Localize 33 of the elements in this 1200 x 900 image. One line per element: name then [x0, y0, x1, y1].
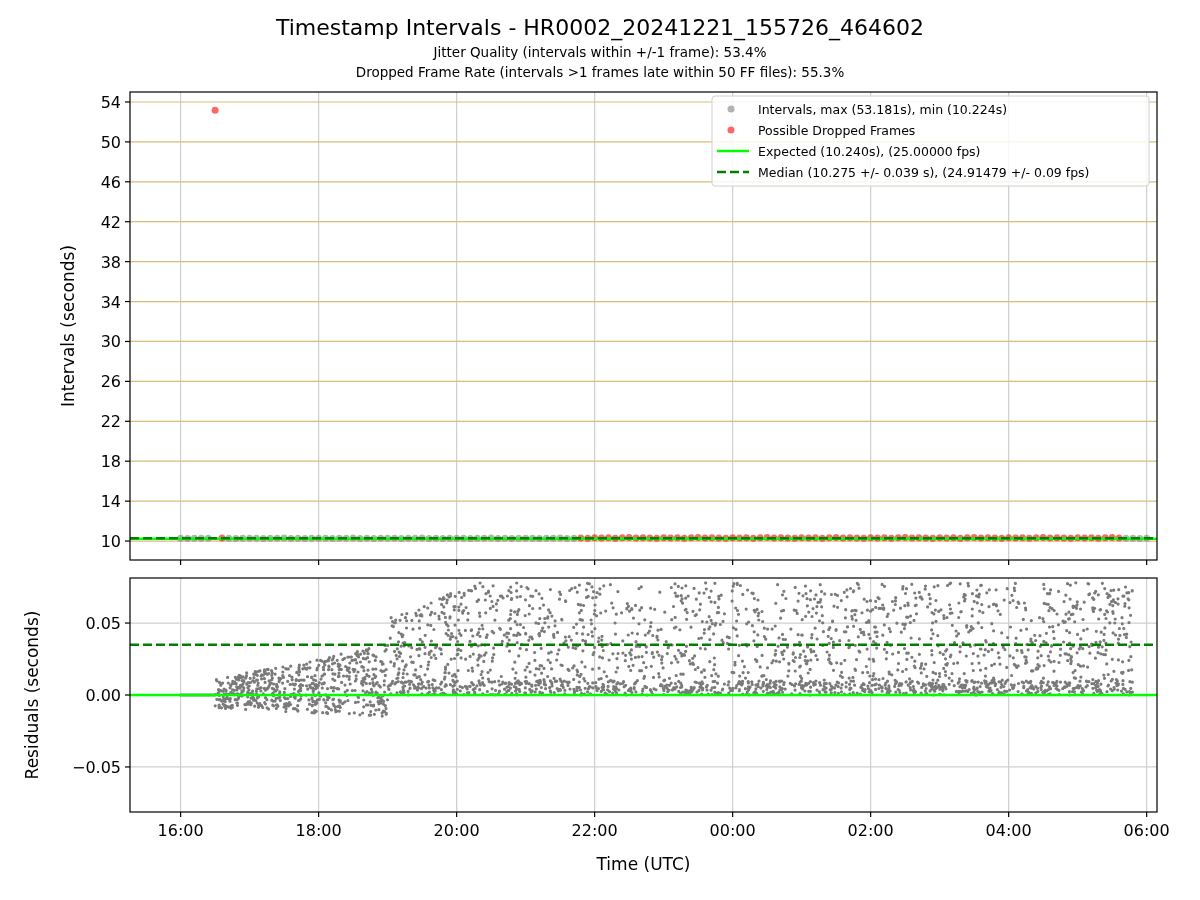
chart-subtitle: Jitter Quality (intervals within +/-1 frame): 53.4% — [433, 43, 767, 62]
axis-label: Residuals (seconds) — [22, 610, 42, 780]
tick-label: 46 — [100, 172, 121, 192]
tick-label: 22:00 — [571, 821, 618, 840]
tick-label: 18 — [100, 452, 121, 472]
tick-label: 00:00 — [709, 821, 756, 840]
axis-label: Intervals (seconds) — [58, 244, 78, 408]
tick-label: 22 — [100, 412, 121, 432]
tick-label: 06:00 — [1123, 821, 1170, 840]
tick-label: −0.05 — [71, 757, 121, 777]
tick-label: 0.05 — [85, 614, 121, 634]
legend-label: Expected (10.240s), (25.00000 fps) — [758, 143, 981, 159]
chart-title: Timestamp Intervals - HR0002_20241221_155726_464602 — [275, 14, 925, 42]
tick-label: 20:00 — [433, 821, 480, 840]
tick-label: 26 — [100, 372, 121, 392]
tick-label: 02:00 — [847, 821, 894, 840]
tick-label: 50 — [100, 132, 121, 152]
tick-label: 42 — [100, 212, 121, 232]
legend-label: Median (10.275 +/- 0.039 s), (24.91479 +/- 0.09 fps) — [758, 164, 1090, 180]
tick-label: 14 — [100, 492, 121, 512]
tick-label: 30 — [100, 332, 121, 352]
tick-label: 04:00 — [985, 821, 1032, 840]
tick-label: 0.00 — [85, 686, 121, 705]
chart-subtitle: Dropped Frame Rate (intervals >1 frames late within 50 FF files): 55.3% — [355, 63, 845, 82]
axis-label: Time (UTC) — [596, 854, 691, 874]
tick-label: 10 — [100, 532, 121, 552]
tick-label: 34 — [100, 292, 121, 312]
tick-label: 18:00 — [295, 821, 342, 840]
legend-label: Possible Dropped Frames — [758, 122, 916, 138]
tick-label: 16:00 — [157, 821, 204, 840]
legend-label: Intervals, max (53.181s), min (10.224s) — [758, 101, 1008, 117]
tick-label: 38 — [100, 252, 121, 272]
tick-label: 54 — [100, 93, 121, 112]
